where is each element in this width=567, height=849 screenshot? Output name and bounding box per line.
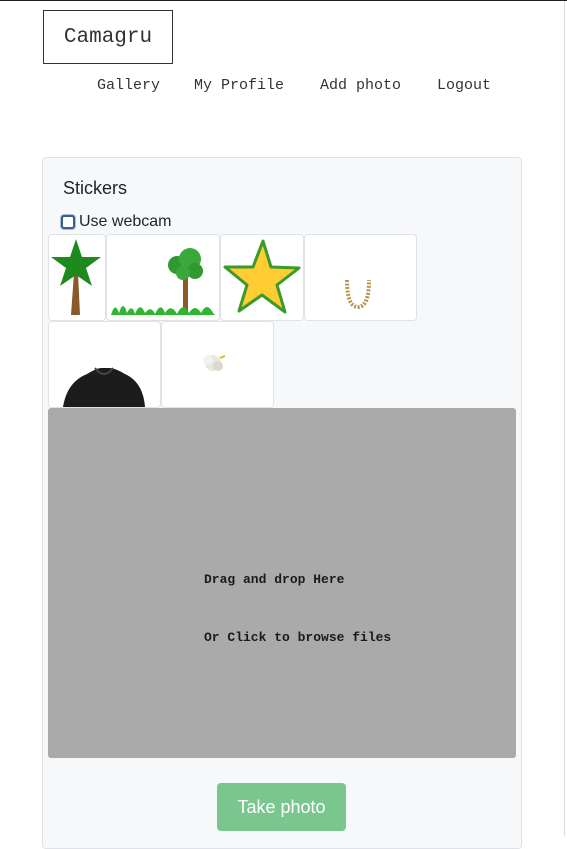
sticker-tree-grass[interactable] — [106, 234, 220, 321]
nav-logout[interactable]: Logout — [437, 77, 491, 94]
webcam-toggle[interactable]: Use webcam — [61, 212, 171, 232]
app-logo-text: Camagru — [63, 25, 153, 49]
tree-grass-icon — [111, 248, 215, 315]
sticker-cotton[interactable] — [161, 321, 274, 408]
app-logo[interactable]: Camagru — [43, 10, 173, 64]
sticker-star[interactable] — [220, 234, 304, 321]
sticker-cape[interactable] — [48, 321, 161, 408]
tree-icon — [51, 239, 101, 315]
main-nav: Gallery My Profile Add photo Logout — [0, 77, 567, 97]
nav-gallery[interactable]: Gallery — [97, 77, 160, 94]
chain-necklace-icon — [345, 279, 371, 310]
dropzone-browse-text: Or Click to browse files — [204, 630, 392, 645]
sticker-tree[interactable] — [48, 234, 106, 321]
star-icon — [223, 239, 301, 314]
nav-my-profile[interactable]: My Profile — [194, 77, 284, 94]
take-photo-button[interactable]: Take photo — [217, 783, 346, 831]
stickers-title: Stickers — [63, 178, 128, 198]
black-cape-icon — [63, 367, 145, 407]
page-right-border — [564, 1, 565, 836]
dropzone-drag-text: Drag and drop Here — [204, 572, 345, 587]
upload-dropzone[interactable]: Drag and drop Here Or Click to browse fi… — [48, 408, 516, 758]
nav-add-photo[interactable]: Add photo — [320, 77, 401, 94]
stickers-card: Stickers Use webcam Drag and drop Here O… — [42, 157, 522, 849]
cotton-ball-icon — [203, 355, 226, 371]
sticker-chain[interactable] — [304, 234, 417, 321]
webcam-checkbox[interactable] — [61, 215, 75, 229]
webcam-label: Use webcam — [79, 213, 172, 230]
